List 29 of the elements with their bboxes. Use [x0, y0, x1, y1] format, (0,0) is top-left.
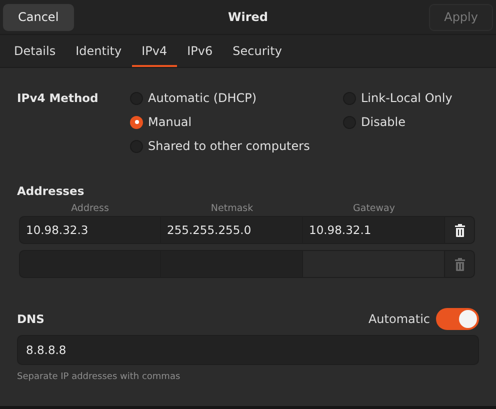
dns-field[interactable]: 8.8.8.8: [17, 335, 479, 365]
trash-icon: [454, 224, 464, 236]
tab[interactable]: IPv4: [132, 35, 178, 67]
window-title: Wired: [228, 10, 268, 24]
address-input[interactable]: 255.255.255.0: [161, 216, 303, 244]
method-label: IPv4 Method: [17, 91, 100, 105]
tab[interactable]: Security: [222, 35, 292, 67]
radio-label: Shared to other computers: [148, 139, 310, 153]
radio-button[interactable]: [130, 116, 143, 128]
address-input[interactable]: 10.98.32.3: [19, 216, 161, 244]
radio-label: Automatic (DHCP): [148, 91, 257, 105]
column-header: Gateway: [352, 203, 396, 214]
radio-label: Link-Local Only: [361, 91, 452, 105]
delete-button[interactable]: [445, 216, 475, 244]
cancel-button[interactable]: Cancel: [3, 4, 74, 30]
radio-label: Manual: [148, 115, 192, 129]
address-input[interactable]: 10.98.32.1: [303, 216, 445, 244]
automatic-label: Automatic: [368, 312, 430, 326]
addresses-label: Addresses: [17, 184, 84, 198]
column-header: Address: [70, 203, 110, 214]
column-header: Netmask: [210, 203, 254, 214]
automatic-switch[interactable]: [436, 308, 479, 330]
tab[interactable]: Identity: [66, 35, 132, 67]
radio-label: Disable: [361, 115, 406, 129]
tab[interactable]: Details: [4, 35, 66, 67]
dns-hint: Separate IP addresses with commas: [17, 372, 182, 382]
tab[interactable]: IPv6: [177, 35, 223, 67]
trash-icon: [454, 258, 464, 270]
dns-label: DNS: [17, 312, 44, 326]
